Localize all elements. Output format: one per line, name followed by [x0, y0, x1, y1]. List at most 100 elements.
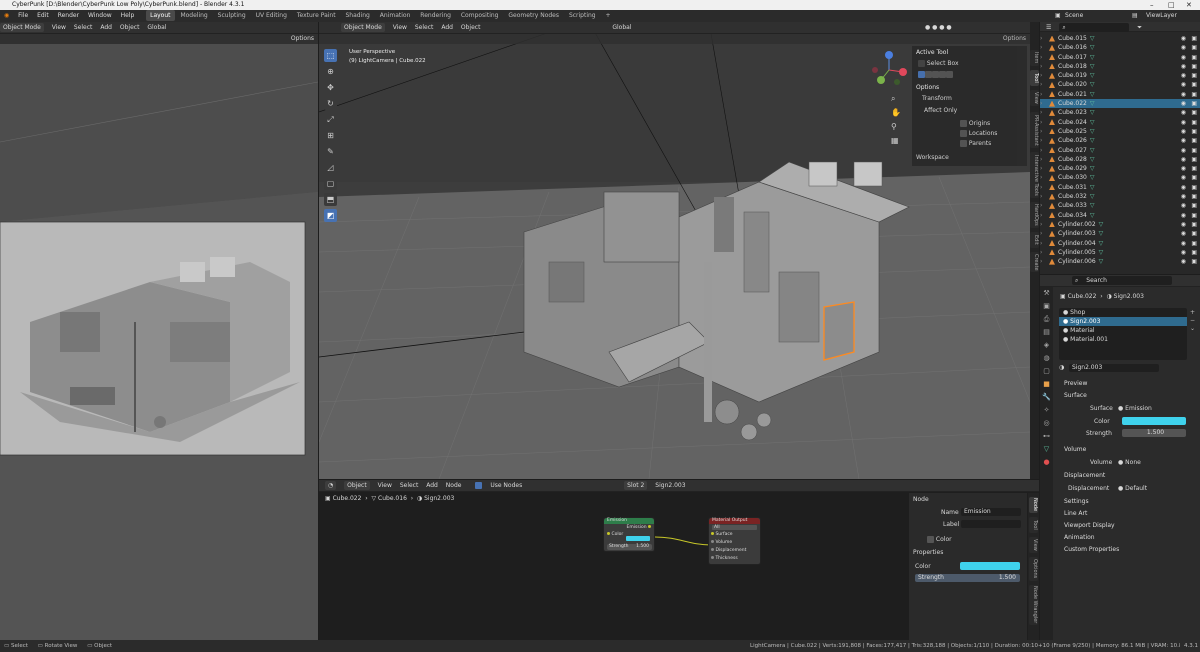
panel-color-swatch[interactable]	[960, 562, 1020, 570]
measure-tool[interactable]: ◿	[324, 161, 337, 174]
view-layer-icon[interactable]: ▤	[1132, 10, 1138, 22]
expand-arrow-icon[interactable]: ›	[1040, 192, 1046, 201]
expand-arrow-icon[interactable]: ›	[1040, 220, 1046, 229]
visibility-eye-icon[interactable]: ◉	[1181, 62, 1186, 71]
node-tab-node-wrangler[interactable]: Node Wrangler	[1029, 585, 1038, 625]
visibility-eye-icon[interactable]: ◉	[1181, 201, 1186, 210]
expand-arrow-icon[interactable]: ›	[1040, 99, 1046, 108]
data-tab-icon[interactable]: ▽	[1040, 443, 1053, 456]
select-mode-buttons[interactable]	[912, 67, 1027, 78]
tab-rendering[interactable]: Rendering	[416, 10, 455, 21]
tab-view[interactable]: View	[1030, 90, 1039, 106]
outliner-row[interactable]: › Cube.019 ▽ ◉ ▣	[1040, 71, 1200, 80]
add-slot-icon[interactable]: +	[1190, 309, 1198, 317]
emission-color-swatch[interactable]	[626, 536, 650, 541]
properties-heading[interactable]: Properties	[913, 549, 943, 556]
scene-icon[interactable]: ▣	[1055, 10, 1061, 22]
expand-arrow-icon[interactable]: ›	[1040, 211, 1046, 220]
displacement-field[interactable]: ● Default	[1118, 485, 1147, 492]
collection-tab-icon[interactable]: ▢	[1040, 365, 1053, 378]
scene-name[interactable]: Scene	[1065, 10, 1083, 22]
pan-hand-icon[interactable]: ✋	[891, 106, 901, 120]
minimize-icon[interactable]: –	[1150, 0, 1154, 10]
visibility-eye-icon[interactable]: ◉	[1181, 71, 1186, 80]
left-object-menu[interactable]: Object	[120, 22, 140, 34]
expand-arrow-icon[interactable]: ›	[1040, 164, 1046, 173]
line-art-panel[interactable]: Line Art	[1054, 508, 1200, 520]
tab-geometry-nodes[interactable]: Geometry Nodes	[504, 10, 563, 21]
visibility-eye-icon[interactable]: ◉	[1181, 155, 1186, 164]
outliner-row[interactable]: › Cube.024 ▽ ◉ ▣	[1040, 118, 1200, 127]
select-box-row[interactable]: Select Box	[912, 56, 1027, 67]
expand-arrow-icon[interactable]: ›	[1040, 80, 1046, 89]
outliner-row[interactable]: › Cube.020 ▽ ◉ ▣	[1040, 80, 1200, 89]
world-tab-icon[interactable]: ◍	[1040, 352, 1053, 365]
node-tab-node[interactable]: Node	[1029, 497, 1038, 513]
outliner-row[interactable]: › Cube.021 ▽ ◉ ▣	[1040, 90, 1200, 99]
expand-arrow-icon[interactable]: ›	[1040, 90, 1046, 99]
menu-help[interactable]: Help	[121, 10, 135, 22]
options-button[interactable]: Options	[1003, 35, 1026, 42]
move-tool[interactable]: ✥	[324, 81, 337, 94]
expand-arrow-icon[interactable]: ›	[1040, 239, 1046, 248]
visibility-eye-icon[interactable]: ◉	[1181, 220, 1186, 229]
expand-arrow-icon[interactable]: ›	[1040, 257, 1046, 266]
object-tab-icon[interactable]: ■	[1040, 378, 1053, 391]
render-camera-icon[interactable]: ▣	[1191, 164, 1197, 173]
visibility-eye-icon[interactable]: ◉	[1181, 257, 1186, 266]
select-menu[interactable]: Select	[415, 22, 434, 34]
mode-dropdown[interactable]: Object Mode	[341, 23, 385, 32]
outliner-row[interactable]: › Cube.025 ▽ ◉ ▣	[1040, 127, 1200, 136]
scene-tab-icon[interactable]: ◈	[1040, 339, 1053, 352]
render-camera-icon[interactable]: ▣	[1191, 155, 1197, 164]
visibility-eye-icon[interactable]: ◉	[1181, 146, 1186, 155]
visibility-eye-icon[interactable]: ◉	[1181, 80, 1186, 89]
add-menu[interactable]: Add	[441, 22, 453, 34]
render-camera-icon[interactable]: ▣	[1191, 146, 1197, 155]
left-viewport[interactable]: Object Mode View Select Add Object Globa…	[0, 22, 318, 640]
outliner-row[interactable]: › Cube.016 ▽ ◉ ▣	[1040, 43, 1200, 52]
zoom-icon[interactable]: ⌕	[891, 92, 901, 106]
outliner-row[interactable]: › Cube.026 ▽ ◉ ▣	[1040, 136, 1200, 145]
material-slot-item[interactable]: ● Material.001	[1059, 335, 1187, 344]
panel-strength-field[interactable]: Strength 1.500	[915, 574, 1020, 582]
render-camera-icon[interactable]: ▣	[1191, 62, 1197, 71]
modifier-tab-icon[interactable]: 🔧	[1040, 391, 1053, 404]
view-layer-tab-icon[interactable]: ▤	[1040, 326, 1053, 339]
constraints-tab-icon[interactable]: ⊷	[1040, 430, 1053, 443]
tool-tab-icon[interactable]: ⚒	[1040, 287, 1053, 300]
node-editor[interactable]: ◔ Object View Select Add Node Use Nodes …	[319, 480, 1039, 640]
render-camera-icon[interactable]: ▣	[1191, 99, 1197, 108]
expand-arrow-icon[interactable]: ›	[1040, 173, 1046, 182]
outliner-row[interactable]: › Cube.027 ▽ ◉ ▣	[1040, 146, 1200, 155]
scale-tool[interactable]: ⤢	[324, 113, 337, 126]
render-camera-icon[interactable]: ▣	[1191, 108, 1197, 117]
expand-arrow-icon[interactable]: ›	[1040, 34, 1046, 43]
render-camera-icon[interactable]: ▣	[1191, 127, 1197, 136]
add-cube-tool[interactable]: ▢	[324, 177, 337, 190]
menu-window[interactable]: Window	[88, 10, 112, 22]
orientation-dropdown[interactable]: Global	[612, 22, 631, 34]
tab-modeling[interactable]: Modeling	[176, 10, 211, 21]
tab-tool[interactable]: Tool	[1030, 70, 1039, 86]
outliner-row[interactable]: › Cube.022 ▽ ◉ ▣	[1040, 99, 1200, 109]
expand-arrow-icon[interactable]: ›	[1040, 229, 1046, 238]
render-camera-icon[interactable]: ▣	[1191, 136, 1197, 145]
outliner-row[interactable]: › Cylinder.004 ▽ ◉ ▣	[1040, 239, 1200, 248]
render-camera-icon[interactable]: ▣	[1191, 248, 1197, 257]
outliner-row[interactable]: › Cube.029 ▽ ◉ ▣	[1040, 164, 1200, 173]
tab-create[interactable]: Create	[1030, 252, 1039, 272]
outliner-search-icon[interactable]: ⌕	[1059, 23, 1130, 32]
left-orientation-dropdown[interactable]: Global	[147, 22, 166, 34]
visibility-eye-icon[interactable]: ◉	[1181, 183, 1186, 192]
volume-panel[interactable]: Volume	[1054, 444, 1200, 456]
add-object-tool[interactable]: ⬒	[324, 193, 337, 206]
tab-animation[interactable]: Animation	[376, 10, 415, 21]
render-tab-icon[interactable]: ▣	[1040, 300, 1053, 313]
camera-view-icon[interactable]: ⚲	[891, 120, 901, 134]
expand-arrow-icon[interactable]: ›	[1040, 127, 1046, 136]
custom-properties-panel[interactable]: Custom Properties	[1054, 544, 1200, 556]
ortho-grid-icon[interactable]: ▦	[891, 134, 901, 148]
volume-shader-field[interactable]: ● None	[1118, 459, 1141, 466]
visibility-eye-icon[interactable]: ◉	[1181, 118, 1186, 127]
